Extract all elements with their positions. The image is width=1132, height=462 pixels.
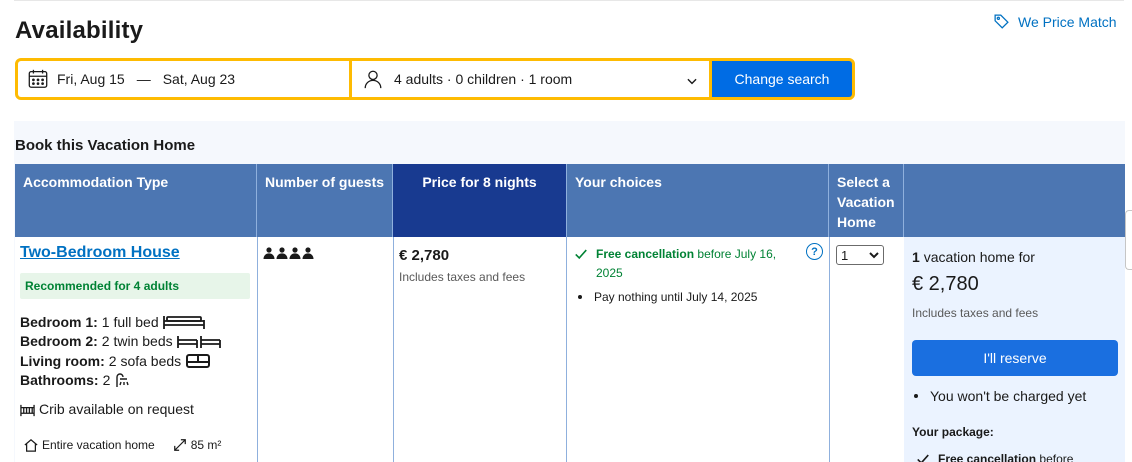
twin-beds-icon [176, 336, 221, 348]
pay-nothing-text: Pay nothing until July 14, 2025 [594, 290, 758, 304]
price-match-link[interactable]: We Price Match [993, 13, 1117, 30]
chevron-down-icon [687, 78, 697, 85]
chevron-down-icon [869, 252, 879, 259]
header-select-line2: Vacation [837, 194, 895, 210]
bed-info-living-room: Living room: 2 sofa beds [20, 353, 211, 369]
bed-value: 2 twin beds [101, 333, 173, 349]
person-icon [263, 247, 275, 259]
property-facts: Entire vacation home 85 m² [24, 438, 221, 452]
bed-label: Living room: [20, 353, 105, 369]
column-divider [393, 237, 394, 462]
package-before: before [1039, 452, 1074, 462]
reserve-summary: 1 vacation home for [912, 249, 1035, 265]
bullet [914, 394, 918, 398]
calendar-icon [28, 69, 48, 88]
reserve-panel: 1 vacation home for € 2,780 Includes tax… [904, 237, 1125, 462]
reserve-count-suffix: vacation home for [923, 249, 1035, 265]
bed-label: Bedroom 1: [20, 314, 98, 330]
table-row: Two-Bedroom House Recommended for 4 adul… [15, 237, 1125, 462]
header-select-vacation-home: Select a Vacation Home [829, 164, 904, 237]
check-icon [575, 249, 587, 260]
date-separator: — [136, 71, 151, 87]
person-icon [364, 70, 382, 89]
price-match-label: We Price Match [1018, 13, 1117, 30]
bed-info-bedroom-2: Bedroom 2: 2 twin beds [20, 333, 221, 349]
crib-icon [20, 404, 35, 416]
property-size: 85 m² [190, 438, 222, 452]
person-icon [302, 247, 314, 259]
top-divider [14, 0, 1124, 1]
package-title: Your package: [912, 425, 994, 439]
column-divider [566, 237, 567, 462]
search-bar: Fri, Aug 15 — Sat, Aug 23 4 adults · 0 c… [15, 58, 855, 100]
check-icon [917, 454, 929, 462]
shower-icon [116, 373, 130, 387]
person-icon [276, 247, 288, 259]
bed-value: 2 sofa beds [108, 353, 182, 369]
reserve-price: € 2,780 [912, 273, 979, 295]
bed-label: Bathrooms: [20, 372, 99, 388]
booking-panel: Book this Vacation Home Accommodation Ty… [14, 121, 1125, 462]
help-icon[interactable]: ? [806, 243, 823, 260]
tag-icon [994, 14, 1009, 29]
quantity-value: 1 [841, 247, 849, 263]
guest-capacity [263, 247, 314, 259]
house-icon [24, 438, 38, 452]
row-price-note: Includes taxes and fees [399, 270, 526, 284]
room-name-link[interactable]: Two-Bedroom House [20, 244, 180, 262]
bed-value: 1 full bed [101, 314, 159, 330]
section-title: Book this Vacation Home [15, 137, 196, 154]
bullet [578, 295, 582, 299]
no-charge-note: You won't be charged yet [914, 388, 1086, 404]
header-accommodation-type: Accommodation Type [15, 164, 257, 237]
size-icon [173, 439, 186, 451]
reserve-count: 1 [912, 249, 920, 265]
header-number-of-guests: Number of guests [257, 164, 393, 237]
date-picker[interactable]: Fri, Aug 15 — Sat, Aug 23 [18, 61, 349, 97]
page-title: Availability [15, 17, 144, 44]
crib-info: Crib available on request [20, 401, 194, 417]
free-cancellation-label: Free cancellation [596, 247, 695, 261]
change-search-button[interactable]: Change search [712, 61, 852, 97]
header-select-line1: Select a [837, 174, 890, 190]
check-out-date: Sat, Aug 23 [162, 71, 236, 87]
guests-summary: 4 adults · 0 children · 1 room [394, 71, 573, 87]
side-scroll-tab[interactable] [1125, 210, 1132, 270]
column-divider [829, 237, 830, 462]
person-icon [289, 247, 301, 259]
package-free-cancellation-label: Free cancellation [938, 452, 1037, 462]
full-bed-icon [162, 316, 205, 329]
header-reserve [904, 164, 1125, 237]
header-your-choices: Your choices [566, 164, 829, 237]
bed-info-bedroom-1: Bedroom 1: 1 full bed [20, 314, 205, 330]
quantity-select[interactable]: 1 [836, 245, 884, 265]
free-cancellation-choice: Free cancellation before July 16, 2025 [574, 245, 792, 283]
check-in-date: Fri, Aug 15 [57, 71, 125, 87]
column-divider [257, 237, 258, 462]
row-price: € 2,780 [399, 247, 450, 264]
property-type: Entire vacation home [42, 438, 155, 452]
header-price[interactable]: Price for 8 nights [393, 164, 566, 245]
reserve-button[interactable]: I'll reserve [912, 340, 1118, 376]
table-header: Accommodation Type Number of guests Pric… [15, 164, 1125, 245]
package-free-cancellation: Free cancellation before [916, 452, 1073, 462]
crib-text: Crib available on request [39, 401, 194, 417]
sofa-bed-icon [186, 354, 211, 368]
bed-info-bathrooms: Bathrooms: 2 [20, 372, 130, 388]
pay-nothing-choice: Pay nothing until July 14, 2025 [578, 290, 757, 304]
header-select-line3: Home [837, 214, 876, 230]
no-charge-text: You won't be charged yet [930, 388, 1087, 404]
reserve-price-note: Includes taxes and fees [912, 306, 1039, 320]
bed-value: 2 [102, 372, 111, 388]
bed-label: Bedroom 2: [20, 333, 98, 349]
recommended-badge: Recommended for 4 adults [20, 273, 250, 299]
guests-selector[interactable]: 4 adults · 0 children · 1 room [352, 61, 709, 97]
